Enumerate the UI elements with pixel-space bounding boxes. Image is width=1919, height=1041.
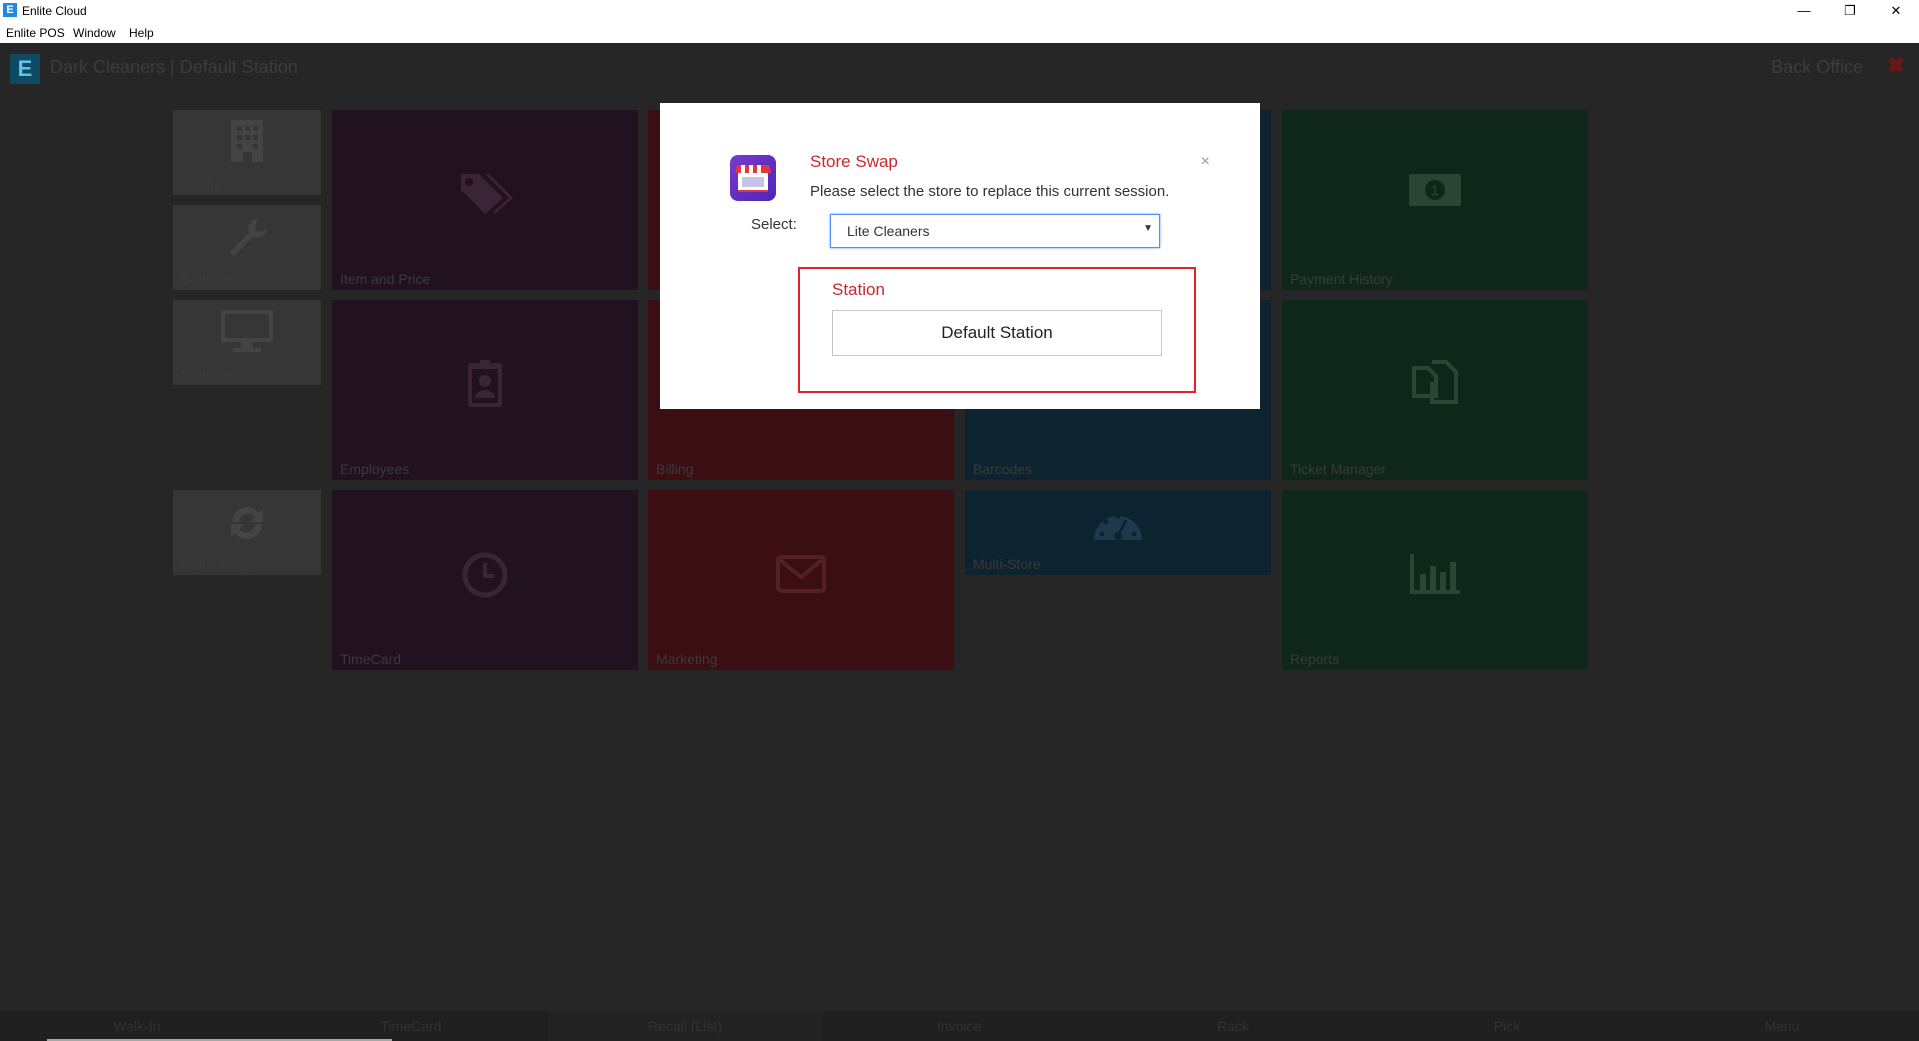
copy-documents-icon <box>1282 358 1588 411</box>
tile-label: Billing <box>656 461 694 477</box>
close-icon[interactable]: ✖ <box>1887 53 1905 79</box>
tile-employees[interactable]: Employees <box>332 300 638 480</box>
envelope-icon <box>648 554 954 597</box>
bar-chart-icon <box>1282 552 1588 599</box>
tile-reports[interactable]: Reports <box>1282 490 1588 670</box>
app-logo: E <box>10 54 40 84</box>
window-title: Enlite Cloud <box>22 4 87 18</box>
tile-stations[interactable]: Stations <box>173 300 321 385</box>
restore-button[interactable]: ❐ <box>1827 0 1873 22</box>
window-titlebar: E Enlite Cloud — ❐ ✕ <box>0 0 1919 22</box>
tile-label: TimeCard <box>340 651 401 667</box>
id-badge-icon <box>332 360 638 413</box>
dialog-description: Please select the store to replace this … <box>810 183 1170 200</box>
tile-payment-history[interactable]: 1 Payment History <box>1282 110 1588 290</box>
tile-label: Store Swap <box>181 556 254 572</box>
tile-config[interactable]: Config <box>173 110 321 195</box>
menu-enlite-pos[interactable]: Enlite POS <box>6 26 65 40</box>
money-bill-icon: 1 <box>1282 172 1588 211</box>
refresh-icon <box>173 500 321 549</box>
store-select[interactable]: Lite Cleaners ▼ <box>830 214 1160 248</box>
tab-pick[interactable]: Pick <box>1370 1011 1644 1041</box>
default-station-button[interactable]: Default Station <box>832 310 1162 356</box>
tile-item-and-price[interactable]: Item and Price <box>332 110 638 290</box>
station-section-highlight: Station Default Station <box>798 267 1196 393</box>
bottom-tab-bar: Walk-In TimeCard Recall (List) Invoice R… <box>0 1011 1919 1041</box>
tab-invoice[interactable]: Invoice <box>822 1011 1096 1041</box>
dashboard-gauge-icon <box>965 504 1271 547</box>
window-close-button[interactable]: ✕ <box>1873 0 1919 22</box>
tags-icon <box>332 170 638 219</box>
station-heading: Station <box>832 280 885 299</box>
wrench-icon <box>173 215 321 264</box>
minimize-button[interactable]: — <box>1781 0 1827 22</box>
back-office-link[interactable]: Back Office <box>1771 57 1863 78</box>
tile-label: Barcodes <box>973 461 1033 477</box>
tab-menu[interactable]: Menu <box>1645 1011 1919 1041</box>
tile-timecard[interactable]: TimeCard <box>332 490 638 670</box>
tab-rack[interactable]: Rack <box>1096 1011 1370 1041</box>
menubar: Enlite POS Window Help <box>0 22 1919 44</box>
tile-label: Payment History <box>1290 271 1393 287</box>
tab-recall-list[interactable]: Recall (List) <box>548 1011 822 1041</box>
store-swap-dialog: Store Swap Please select the store to re… <box>660 103 1260 409</box>
tile-multi-store[interactable]: Multi-Store <box>965 490 1271 575</box>
header-title: Dark Cleaners | Default Station <box>50 57 298 77</box>
monitor-icon <box>173 308 321 357</box>
tile-label: Item and Price <box>340 271 431 287</box>
tab-walk-in[interactable]: Walk-In <box>0 1011 274 1041</box>
building-icon <box>173 118 321 167</box>
tile-settings[interactable]: Settings <box>173 205 321 290</box>
store-select-value: Lite Cleaners <box>847 223 930 239</box>
dialog-title: Store Swap <box>810 152 898 171</box>
tile-label: Multi-Store <box>973 556 1041 572</box>
tile-label: Ticket Manager <box>1290 461 1386 477</box>
menu-help[interactable]: Help <box>129 26 154 40</box>
app-icon: E <box>3 3 17 17</box>
chevron-down-icon: ▼ <box>1143 223 1153 234</box>
tab-timecard[interactable]: TimeCard <box>274 1011 548 1041</box>
tile-label: Settings <box>181 271 232 287</box>
menu-window[interactable]: Window <box>73 26 116 40</box>
tile-label: Reports <box>1290 651 1340 667</box>
tile-label: Employees <box>340 461 410 477</box>
dialog-close-button[interactable]: × <box>1201 153 1210 171</box>
tile-label: Config <box>181 176 222 192</box>
select-label: Select: <box>751 216 797 233</box>
tile-label: Marketing <box>656 651 718 667</box>
tile-label: Stations <box>181 366 232 382</box>
svg-text:1: 1 <box>1431 182 1439 198</box>
app-header: E Dark Cleaners | Default Station Back O… <box>0 43 1919 91</box>
storefront-icon <box>730 155 776 201</box>
tile-store-swap[interactable]: Store Swap <box>173 490 321 575</box>
tile-marketing[interactable]: Marketing <box>648 490 954 670</box>
clock-icon <box>332 552 638 601</box>
tile-ticket-manager[interactable]: Ticket Manager <box>1282 300 1588 480</box>
